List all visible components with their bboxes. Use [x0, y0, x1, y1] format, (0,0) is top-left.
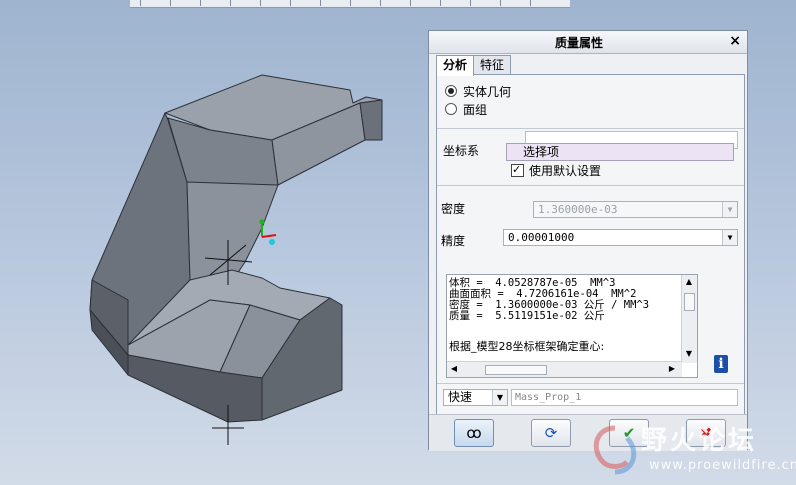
model-face	[186, 181, 279, 281]
scroll-left-icon[interactable]: ◀	[447, 362, 461, 376]
radio-button[interactable]	[445, 103, 457, 115]
use-default-label: 使用默认设置	[529, 164, 602, 178]
top-toolbar	[130, 0, 570, 8]
dialog-title: 质量属性	[554, 36, 603, 50]
use-default-option[interactable]: 使用默认设置	[511, 162, 602, 179]
center-of-gravity-note: 根据_模型28坐标框架确定重心:	[449, 340, 605, 353]
toolbar-button[interactable]	[200, 0, 219, 6]
chevron-down-icon[interactable]: ▼	[492, 390, 507, 405]
toolbar-button[interactable]	[380, 0, 399, 6]
scroll-right-icon[interactable]: ▶	[665, 362, 679, 376]
horizontal-scrollbar[interactable]: ◀ ▶	[447, 361, 682, 377]
divider	[437, 383, 744, 384]
solid-geometry-label: 实体几何	[463, 85, 512, 99]
solid-geometry-option[interactable]: 实体几何	[445, 84, 511, 100]
density-label: 密度	[441, 202, 466, 216]
3d-model-viewport[interactable]	[0, 8, 426, 485]
surface-label: 面组	[463, 103, 488, 117]
coordinate-system-selector[interactable]: 选择项	[506, 143, 734, 161]
toolbar-button[interactable]	[260, 0, 279, 6]
toolbar-button[interactable]	[170, 0, 189, 6]
dialog-titlebar[interactable]: 质量属性 ×	[429, 31, 747, 54]
scroll-thumb[interactable]	[684, 293, 695, 311]
watermark-url: www.proewildfire.cn	[649, 458, 796, 473]
calculation-mode-select[interactable]: 快速 ▼	[443, 389, 508, 406]
result-line: 质量 = 5.5119151e-02 公斤	[449, 310, 605, 322]
chevron-down-icon[interactable]: ▼	[722, 230, 737, 245]
precision-label: 精度	[441, 234, 466, 248]
toolbar-button[interactable]	[500, 0, 519, 6]
results-text-area[interactable]: 体积 = 4.0528787e-05 MM^3 曲面面积 = 4.7206161e…	[446, 274, 698, 378]
scroll-down-icon[interactable]: ▼	[682, 347, 696, 361]
chevron-down-icon: ▼	[722, 202, 737, 217]
divider	[437, 185, 744, 186]
toolbar-button[interactable]	[470, 0, 489, 6]
toolbar-button[interactable]	[290, 0, 309, 6]
toolbar-button[interactable]	[320, 0, 339, 6]
use-default-checkbox[interactable]	[511, 162, 524, 177]
toolbar-button[interactable]	[230, 0, 249, 6]
scroll-thumb[interactable]	[485, 365, 547, 375]
vertical-scrollbar[interactable]: ▲ ▼	[681, 275, 697, 363]
mass-properties-dialog: 质量属性 × 分析 特征 实体几何 面组 坐标系 选择项 使用默认设置 密度 1…	[428, 30, 748, 451]
toolbar-button[interactable]	[440, 0, 459, 6]
surface-option[interactable]: 面组	[445, 102, 487, 118]
density-value: 1.360000e-03	[538, 203, 618, 216]
precision-value: 0.00001000	[508, 231, 575, 244]
c-bracket-model	[89, 74, 383, 423]
toolbar-button[interactable]	[350, 0, 369, 6]
coordinate-system-label: 坐标系	[443, 144, 480, 158]
watermark-logo-icon	[593, 425, 637, 475]
tab-feature[interactable]: 特征	[473, 55, 512, 75]
close-icon[interactable]: ×	[729, 33, 741, 49]
analysis-panel: 实体几何 面组 坐标系 选择项 使用默认设置 密度 1.360000e-03 ▼…	[436, 74, 745, 446]
watermark-text: 野火论坛	[641, 426, 758, 456]
density-field: 1.360000e-03 ▼	[533, 201, 738, 218]
analysis-name-field[interactable]: Mass_Prop_1	[511, 389, 738, 406]
divider	[437, 128, 744, 129]
toolbar-button[interactable]	[410, 0, 429, 6]
toolbar-button[interactable]	[530, 0, 549, 6]
info-icon[interactable]: i	[714, 355, 728, 373]
toolbar-button[interactable]	[140, 0, 159, 6]
results-lines: 体积 = 4.0528787e-05 MM^3 曲面面积 = 4.7206161e…	[449, 278, 679, 322]
mode-value: 快速	[448, 390, 473, 404]
scroll-up-icon[interactable]: ▲	[682, 275, 696, 289]
radio-button[interactable]	[445, 85, 457, 97]
site-watermark: 野火论坛 www.proewildfire.cn	[583, 418, 796, 485]
tab-analysis[interactable]: 分析	[436, 55, 475, 76]
precision-select[interactable]: 0.00001000 ▼	[503, 229, 738, 246]
quick-view-button[interactable]: ꝏ	[454, 419, 494, 447]
repeat-button[interactable]: ⟳	[531, 419, 571, 447]
